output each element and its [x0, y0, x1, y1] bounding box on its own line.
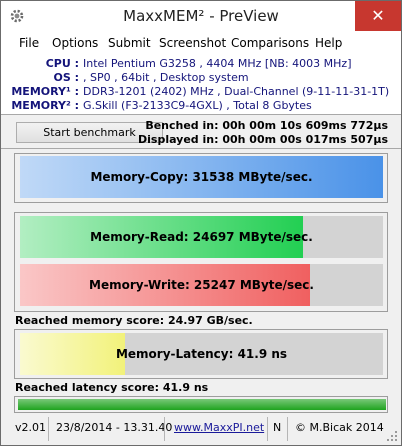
cpu-label: CPU : — [45, 57, 79, 70]
divider — [1, 114, 401, 115]
divider — [164, 417, 165, 441]
menu-options[interactable]: Options — [52, 36, 98, 50]
datetime-text: 23/8/2014 - 13.31.40 — [56, 421, 173, 434]
close-button[interactable]: ✕ — [355, 1, 401, 31]
os-row: OS : , SP0 , 64bit , Desktop system — [1, 71, 401, 85]
mode-indicator: N — [273, 421, 282, 434]
divider — [48, 417, 49, 441]
copyright-text: © M.Bicak 2014 — [295, 421, 384, 434]
progress-bar — [18, 399, 386, 410]
resize-grip-icon[interactable] — [386, 430, 398, 442]
memory-score: Reached memory score: 24.97 GB/sec. — [15, 314, 253, 327]
menu-screenshot[interactable]: Screenshot — [159, 36, 226, 50]
memory-copy-label: Memory-Copy: 31538 MByte/sec. — [90, 170, 313, 184]
memory-latency-label: Memory-Latency: 41.9 ns — [115, 347, 288, 361]
memory-write-label: Memory-Write: 25247 MByte/sec. — [89, 278, 314, 292]
title-bar[interactable]: MaxxMEM² - PreView ✕ — [1, 1, 401, 32]
menu-comparisons[interactable]: Comparisons — [231, 36, 309, 50]
memory2-row: MEMORY² : G.Skill (F3-2133C9-4GXL) , Tot… — [1, 99, 401, 113]
memory-read-bar: Memory-Read: 24697 MByte/sec. — [20, 216, 383, 258]
cpu-row: CPU : Intel Pentium G3258 , 4404 MHz [NB… — [1, 57, 401, 71]
displayed-time: Displayed in: 00h 00m 00s 017ms 507µs — [138, 133, 388, 146]
menu-submit[interactable]: Submit — [108, 36, 151, 50]
memory1-label: MEMORY¹ : — [11, 85, 79, 98]
memory-write-bar: Memory-Write: 25247 MByte/sec. — [20, 264, 383, 306]
memory2-label: MEMORY² : — [11, 99, 79, 112]
memory2-value: G.Skill (F3-2133C9-4GXL) , Total 8 Gbyte… — [83, 99, 312, 112]
memory-copy-bar: Memory-Copy: 31538 MByte/sec. — [20, 156, 383, 198]
memory-latency-bar: Memory-Latency: 41.9 ns — [20, 333, 383, 375]
divider — [1, 148, 401, 149]
latency-score: Reached latency score: 41.9 ns — [15, 381, 209, 394]
divider — [267, 417, 268, 441]
os-value: , SP0 , 64bit , Desktop system — [83, 71, 249, 84]
benched-time: Benched in: 00h 00m 10s 609ms 772µs — [145, 119, 388, 132]
memory-read-label: Memory-Read: 24697 MByte/sec. — [90, 230, 313, 244]
window-title: MaxxMEM² - PreView — [123, 7, 279, 25]
system-info-panel: CPU : Intel Pentium G3258 , 4404 MHz [NB… — [1, 54, 401, 114]
menu-bar: File Options Submit Screenshot Compariso… — [1, 32, 401, 54]
app-window: MaxxMEM² - PreView ✕ File Options Submit… — [0, 0, 402, 446]
status-bar: v2.01 23/8/2014 - 13.31.40 www.MaxxPI.ne… — [1, 415, 401, 445]
memory1-row: MEMORY¹ : DDR3-1201 (2402) MHz , Dual-Ch… — [1, 85, 401, 99]
progress-fill — [18, 399, 386, 410]
os-label: OS : — [53, 71, 79, 84]
menu-help[interactable]: Help — [315, 36, 342, 50]
website-link[interactable]: www.MaxxPI.net — [174, 421, 264, 434]
divider — [287, 417, 288, 441]
memory1-value: DDR3-1201 (2402) MHz , Dual-Channel (9-1… — [83, 85, 390, 98]
cpu-value: Intel Pentium G3258 , 4404 MHz [NB: 4003… — [83, 57, 352, 70]
menu-file[interactable]: File — [19, 36, 39, 50]
version-text: v2.01 — [15, 421, 47, 434]
